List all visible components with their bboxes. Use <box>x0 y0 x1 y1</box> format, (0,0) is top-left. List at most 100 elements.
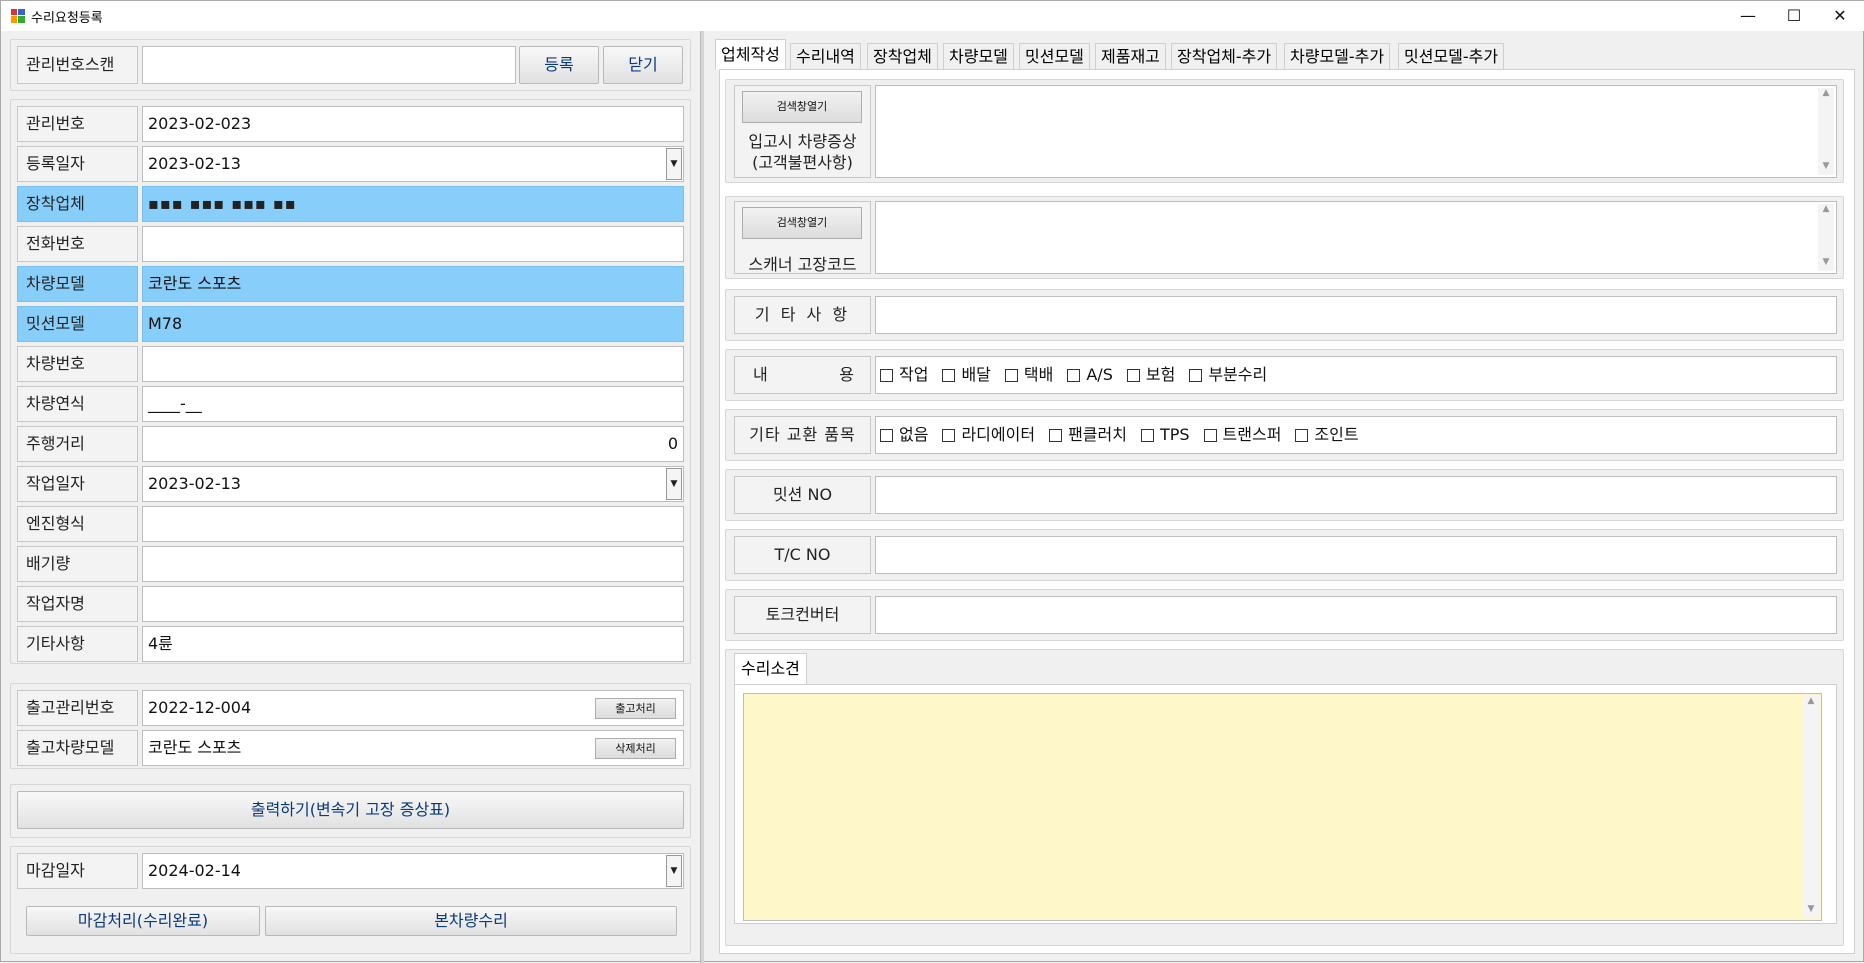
phone-label: 전화번호 <box>17 226 138 262</box>
worker-field[interactable] <box>142 586 684 622</box>
content-checkbox-group: 작업 배달 택배 A/S 보험 부분수리 <box>875 356 1837 394</box>
etc-field[interactable]: 4륜 <box>142 626 684 662</box>
title-bar: 수리요청등록 — ☐ ✕ <box>1 1 1864 31</box>
search-open-button[interactable]: 검색창열기 <box>742 91 862 123</box>
own-repair-button[interactable]: 본차량수리 <box>265 906 677 936</box>
tab-repair-opinion[interactable]: 수리소견 <box>734 653 807 684</box>
right-etc-field[interactable] <box>875 296 1837 334</box>
engine-field[interactable] <box>142 506 684 542</box>
tab-company-write[interactable]: 업체작성 <box>715 39 786 70</box>
checkbox-label: 라디에이터 <box>961 425 1036 444</box>
car-no-field[interactable] <box>142 346 684 382</box>
scroll-up-icon[interactable]: ▲ <box>1803 696 1819 710</box>
close-window-button[interactable]: ✕ <box>1817 1 1863 31</box>
mission-no-field[interactable] <box>875 476 1837 514</box>
checkbox-box[interactable] <box>1049 428 1063 442</box>
mileage-field[interactable]: 0 <box>142 426 684 462</box>
tab-mission-model[interactable]: 밋션모델 <box>1019 43 1090 70</box>
checkbox-box[interactable] <box>1295 428 1309 442</box>
release-button[interactable]: 출고처리 <box>595 698 676 719</box>
checkbox-insurance[interactable]: 보험 <box>1126 358 1175 392</box>
scroll-up-icon[interactable]: ▲ <box>1818 204 1834 218</box>
symptom-textarea[interactable]: ▲ ▼ <box>875 85 1837 178</box>
mgmt-no-label: 관리번호 <box>17 106 138 142</box>
checkbox-box[interactable] <box>1189 368 1203 382</box>
tc-no-field[interactable] <box>875 536 1837 574</box>
checkbox-box[interactable] <box>880 368 893 382</box>
car-no-label: 차량번호 <box>17 346 138 382</box>
opinion-textarea[interactable]: ▲ ▼ <box>743 693 1822 921</box>
chevron-down-icon[interactable]: ▼ <box>666 855 682 887</box>
scroll-down-icon[interactable]: ▼ <box>1818 161 1834 175</box>
scroll-up-icon[interactable]: ▲ <box>1818 88 1834 102</box>
checkbox-label: 배달 <box>961 365 991 384</box>
reg-date-picker[interactable]: 2023-02-13 ▼ <box>142 146 684 182</box>
torque-field[interactable] <box>875 596 1837 634</box>
checkbox-courier[interactable]: 택배 <box>1004 358 1053 392</box>
checkbox-partial-repair[interactable]: 부분수리 <box>1189 358 1267 392</box>
checkbox-label: 작업 <box>899 365 929 384</box>
phone-field[interactable] <box>142 226 684 262</box>
maximize-button[interactable]: ☐ <box>1771 1 1817 31</box>
checkbox-box[interactable] <box>1203 428 1217 442</box>
checkbox-box[interactable] <box>942 368 956 382</box>
checkbox-box[interactable] <box>1067 368 1081 382</box>
scroll-down-icon[interactable]: ▼ <box>1818 257 1834 271</box>
checkbox-work[interactable]: 작업 <box>880 358 928 392</box>
scan-input[interactable] <box>142 46 516 84</box>
print-button[interactable]: 출력하기(변속기 고장 증상표) <box>17 791 684 829</box>
checkbox-box[interactable] <box>1004 368 1018 382</box>
tab-mission-model-add[interactable]: 밋션모델-추가 <box>1398 43 1505 70</box>
symptom-scrollbar[interactable]: ▲ ▼ <box>1818 88 1834 175</box>
tab-product-stock[interactable]: 제품재고 <box>1095 43 1166 70</box>
checkbox-fan-clutch[interactable]: 팬클러치 <box>1049 418 1127 452</box>
symptom-label: 입고시 차량증상 (고객불편사항) <box>735 131 870 173</box>
checkbox-delivery[interactable]: 배달 <box>942 358 991 392</box>
scroll-down-icon[interactable]: ▼ <box>1803 904 1819 918</box>
mission-model-field[interactable]: M78 <box>142 306 684 342</box>
tc-no-label: T/C NO <box>734 536 871 574</box>
search-open-button-2[interactable]: 검색창열기 <box>742 207 862 239</box>
right-etc-label: 기 타 사 항 <box>734 296 871 334</box>
installer-field[interactable]: ▪▪▪ ▪▪▪ ▪▪▪ ▪▪ <box>142 186 684 222</box>
torque-label: 토크컨버터 <box>734 596 871 634</box>
symptom-label-line1: 입고시 차량증상 <box>748 132 857 151</box>
panel-splitter[interactable] <box>700 31 704 963</box>
checkbox-box[interactable] <box>880 428 893 442</box>
tab-repair-history[interactable]: 수리내역 <box>790 43 861 70</box>
delete-button[interactable]: 삭제처리 <box>595 738 676 759</box>
checkbox-joint[interactable]: 조인트 <box>1295 418 1359 452</box>
checkbox-box[interactable] <box>1126 368 1140 382</box>
work-date-picker[interactable]: 2023-02-13 ▼ <box>142 466 684 502</box>
checkbox-as[interactable]: A/S <box>1067 358 1113 392</box>
chevron-down-icon[interactable]: ▼ <box>666 148 682 180</box>
main-window: 수리요청등록 — ☐ ✕ 관리번호스캔 등록 닫기 관리번호 2023-02-0… <box>0 0 1864 963</box>
minimize-button[interactable]: — <box>1725 1 1771 31</box>
car-model-field[interactable]: 코란도 스포츠 <box>142 266 684 302</box>
register-button[interactable]: 등록 <box>519 46 599 84</box>
opinion-scrollbar[interactable]: ▲ ▼ <box>1803 696 1819 918</box>
scanner-textarea[interactable]: ▲ ▼ <box>875 201 1837 274</box>
tab-installer[interactable]: 장착업체 <box>867 43 938 70</box>
checkbox-label: TPS <box>1159 425 1190 444</box>
checkbox-radiator[interactable]: 라디에이터 <box>942 418 1035 452</box>
checkbox-none[interactable]: 없음 <box>880 418 928 452</box>
checkbox-tps[interactable]: TPS <box>1140 418 1190 452</box>
tab-car-model[interactable]: 차량모델 <box>943 43 1014 70</box>
tab-car-model-add[interactable]: 차량모델-추가 <box>1284 43 1391 70</box>
deadline-label: 마감일자 <box>17 853 138 889</box>
deadline-date-picker[interactable]: 2024-02-14 ▼ <box>142 853 684 889</box>
checkbox-box[interactable] <box>1140 428 1154 442</box>
scan-label: 관리번호스캔 <box>17 46 138 84</box>
close-button[interactable]: 닫기 <box>603 46 683 84</box>
car-year-field[interactable]: ____-__ <box>142 386 684 422</box>
tab-installer-add[interactable]: 장착업체-추가 <box>1171 43 1278 70</box>
symptom-label-box: 검색창열기 입고시 차량증상 (고객불편사항) <box>734 85 871 178</box>
checkbox-box[interactable] <box>942 428 956 442</box>
scanner-scrollbar[interactable]: ▲ ▼ <box>1818 204 1834 271</box>
chevron-down-icon[interactable]: ▼ <box>666 468 682 500</box>
deadline-close-button[interactable]: 마감처리(수리완료) <box>26 906 260 936</box>
checkbox-transfer[interactable]: 트랜스퍼 <box>1203 418 1281 452</box>
displacement-field[interactable] <box>142 546 684 582</box>
mgmt-no-field[interactable]: 2023-02-023 <box>142 106 684 142</box>
